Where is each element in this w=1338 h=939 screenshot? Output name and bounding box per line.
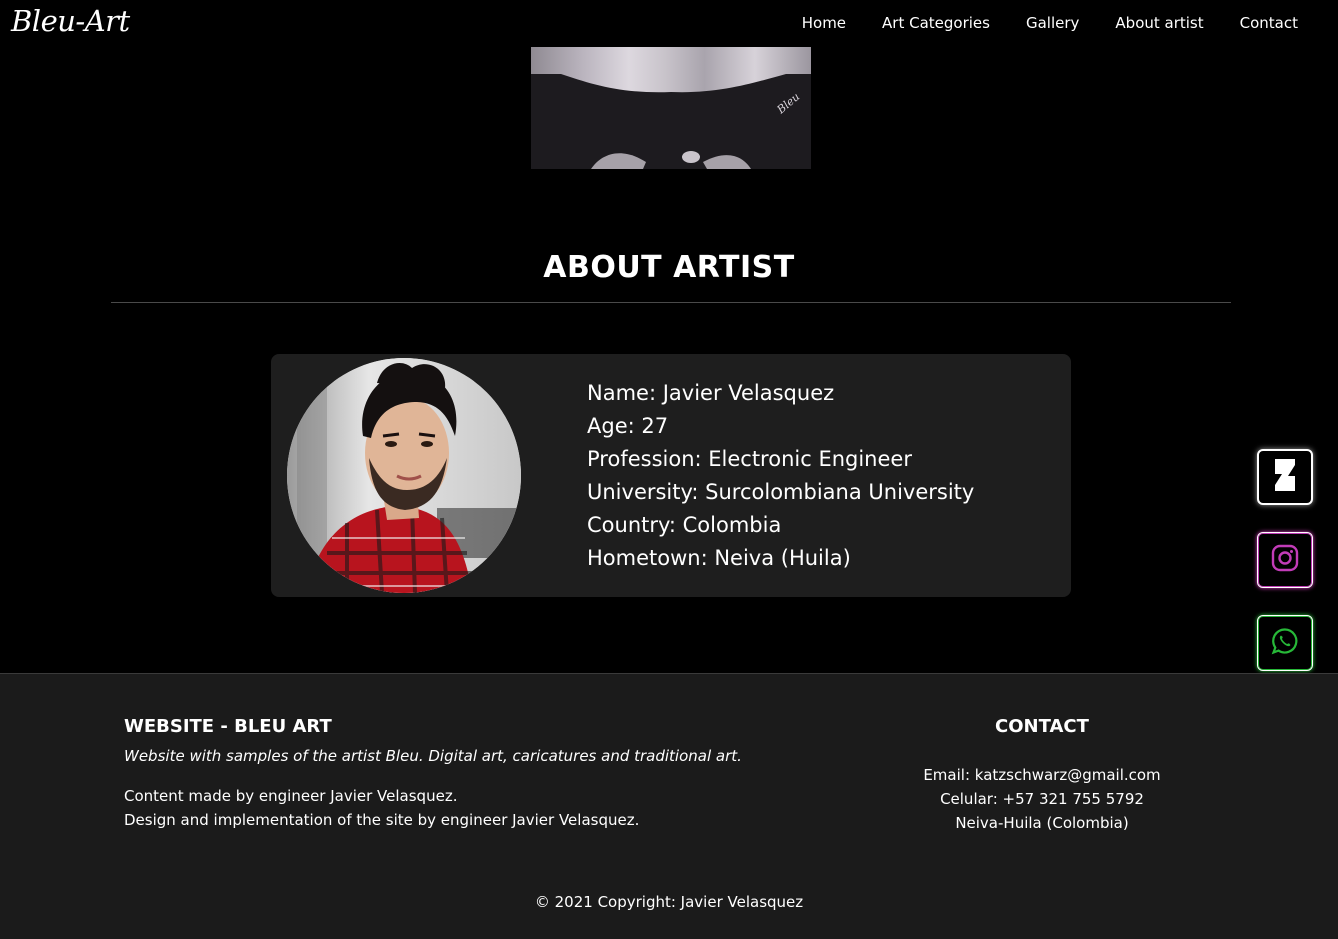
instagram-button[interactable]	[1257, 532, 1313, 588]
artist-details: Name: Javier Velasquez Age: 27 Professio…	[587, 377, 974, 575]
contact-phone: Celular: +57 321 755 5792	[940, 790, 1144, 808]
detail-country: Country: Colombia	[587, 513, 782, 537]
credit-line: Design and implementation of the site by…	[124, 811, 640, 829]
section-title: ABOUT ARTIST	[543, 250, 795, 285]
page: Bleu-Art Home Art Categories Gallery Abo…	[0, 0, 1338, 939]
artwork-image: Bleu	[531, 47, 811, 169]
detail-age: Age: 27	[587, 414, 669, 438]
whatsapp-button[interactable]	[1257, 615, 1313, 671]
nav-menu: Home Art Categories Gallery About artist…	[802, 14, 1298, 32]
detail-name: Name: Javier Velasquez	[587, 381, 835, 405]
detail-profession: Profession: Electronic Engineer	[587, 447, 912, 471]
contact-location: Neiva-Huila (Colombia)	[955, 814, 1129, 832]
section-divider	[111, 302, 1231, 303]
navbar: Bleu-Art Home Art Categories Gallery Abo…	[0, 0, 1338, 47]
footer-description: Website with samples of the artist Bleu.…	[124, 747, 742, 765]
detail-hometown: Hometown: Neiva (Huila)	[587, 546, 851, 570]
footer-contact: CONTACT Email: katzschwarz@gmail.com Cel…	[882, 716, 1202, 835]
whatsapp-icon	[1271, 627, 1299, 659]
footer: WEBSITE - BLEU ART Website with samples …	[0, 673, 1338, 939]
instagram-icon	[1271, 544, 1299, 576]
nav-link-gallery[interactable]: Gallery	[1026, 14, 1079, 32]
contact-heading: CONTACT	[995, 716, 1089, 737]
contact-email[interactable]: Email: katzschwarz@gmail.com	[882, 763, 1202, 787]
detail-university: University: Surcolombiana University	[587, 480, 975, 504]
artist-photo	[287, 358, 521, 593]
deviantart-button[interactable]	[1257, 449, 1313, 505]
footer-credits: Content made by engineer Javier Velasque…	[124, 784, 742, 832]
deviantart-icon	[1273, 459, 1297, 495]
nav-link-home[interactable]: Home	[802, 14, 846, 32]
nav-link-contact[interactable]: Contact	[1240, 14, 1298, 32]
artist-card: Name: Javier Velasquez Age: 27 Professio…	[271, 354, 1071, 597]
nav-link-about-artist[interactable]: About artist	[1115, 14, 1203, 32]
footer-heading: WEBSITE - BLEU ART	[124, 716, 332, 737]
brand-logo[interactable]: Bleu-Art	[11, 4, 130, 38]
credit-line: Content made by engineer Javier Velasque…	[124, 787, 458, 805]
copyright: © 2021 Copyright: Javier Velasquez	[534, 893, 804, 911]
contact-list: Email: katzschwarz@gmail.com Celular: +5…	[882, 763, 1202, 835]
footer-about: WEBSITE - BLEU ART Website with samples …	[124, 716, 742, 832]
nav-link-art-categories[interactable]: Art Categories	[882, 14, 990, 32]
